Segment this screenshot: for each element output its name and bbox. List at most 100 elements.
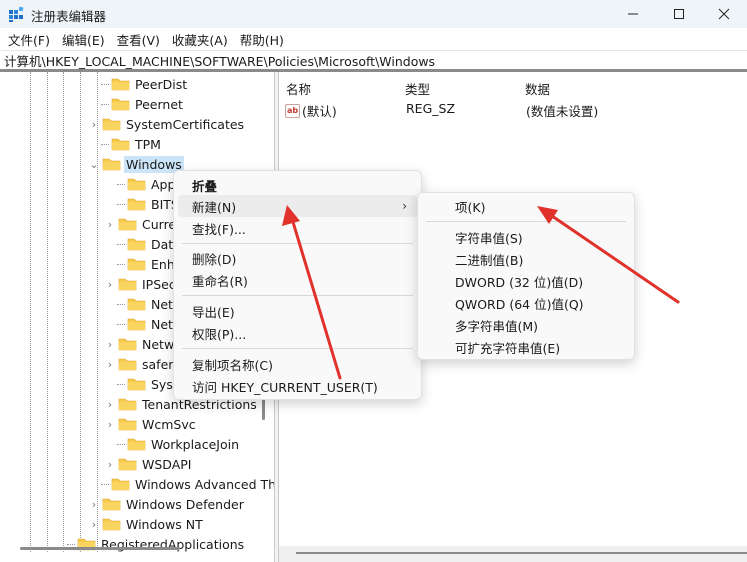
submenu-key[interactable]: 项(K): [422, 195, 630, 217]
address-bar[interactable]: 计算机\HKEY_LOCAL_MACHINE\SOFTWARE\Policies…: [0, 50, 747, 72]
chevron-down-icon[interactable]: ⌄: [88, 158, 100, 171]
menu-favorites[interactable]: 收藏夹(A): [166, 30, 234, 49]
ctx-rename-label: 重命名(R): [192, 273, 248, 289]
submenu-dword-value-label: DWORD (32 位)值(D): [455, 274, 584, 290]
folder-icon: [111, 78, 130, 91]
column-name-header[interactable]: 名称: [286, 79, 311, 98]
ctx-find[interactable]: 查找(F)...: [178, 217, 417, 239]
folder-icon: [127, 178, 146, 191]
tree-connector: [101, 143, 109, 145]
ctx-permissions-label: 权限(P)...: [192, 326, 247, 342]
regedit-app-icon: [9, 6, 24, 22]
folder-icon: [118, 338, 137, 351]
window-title: 注册表编辑器: [31, 9, 107, 24]
tree-item[interactable]: WorkplaceJoin: [113, 434, 241, 454]
values-horizontal-scrollbar[interactable]: [296, 552, 747, 554]
chevron-right-icon: ›: [402, 199, 407, 213]
chevron-right-icon[interactable]: ›: [88, 118, 100, 131]
chevron-right-icon[interactable]: ›: [104, 418, 116, 431]
submenu-qword-value[interactable]: QWORD (64 位)值(Q): [422, 292, 630, 314]
chevron-right-icon[interactable]: ›: [104, 218, 116, 231]
submenu-key-label: 项(K): [455, 199, 486, 215]
tree-item-label: Peernet: [135, 96, 183, 112]
menu-help[interactable]: 帮助(H): [234, 30, 290, 49]
close-icon: [718, 8, 730, 20]
tree-connector: [101, 103, 109, 105]
submenu-expandable-string-value-label: 可扩充字符串值(E): [455, 340, 561, 356]
submenu-string-value[interactable]: 字符串值(S): [422, 226, 630, 248]
tree-item[interactable]: › Windows Defender: [88, 494, 246, 514]
submenu-multi-string-value[interactable]: 多字符串值(M): [422, 314, 630, 336]
column-data-header[interactable]: 数据: [525, 79, 550, 98]
ctx-delete[interactable]: 删除(D): [178, 247, 417, 269]
tree-item-label: TPM: [135, 136, 161, 152]
menu-separator: [182, 243, 413, 244]
value-row[interactable]: ab (默认): [285, 101, 337, 120]
chevron-right-icon[interactable]: ›: [104, 398, 116, 411]
address-path[interactable]: 计算机\HKEY_LOCAL_MACHINE\SOFTWARE\Policies…: [4, 51, 435, 70]
menu-edit[interactable]: 编辑(E): [56, 30, 111, 49]
ctx-goto-hkcu[interactable]: 访问 HKEY_CURRENT_USER(T): [178, 375, 417, 397]
tree-item-label: PeerDist: [135, 76, 188, 92]
submenu-expandable-string-value[interactable]: 可扩充字符串值(E): [422, 336, 630, 358]
ctx-collapse[interactable]: 折叠: [178, 174, 417, 196]
close-button[interactable]: [701, 0, 747, 28]
tree-item[interactable]: › Windows NT: [88, 514, 205, 534]
menu-file[interactable]: 文件(F): [2, 30, 56, 49]
folder-icon: [102, 158, 121, 171]
tree-connector: [117, 203, 125, 205]
ctx-rename[interactable]: 重命名(R): [178, 269, 417, 291]
tree-guide-line: [47, 72, 48, 552]
tree-connector: [117, 303, 125, 305]
tree-guide-line: [63, 72, 64, 552]
tree-item[interactable]: › safer: [104, 354, 175, 374]
folder-icon: [118, 358, 137, 371]
column-type-header[interactable]: 类型: [405, 79, 430, 98]
tree-item-label: SystemCertificates: [126, 116, 245, 132]
tree-item[interactable]: BITS: [113, 194, 181, 214]
minimize-button[interactable]: [610, 0, 656, 28]
folder-icon: [127, 378, 146, 391]
chevron-right-icon[interactable]: ›: [104, 458, 116, 471]
submenu-dword-value[interactable]: DWORD (32 位)值(D): [422, 270, 630, 292]
tree-item[interactable]: › SystemCertificates: [88, 114, 246, 134]
tree-item-label: WorkplaceJoin: [151, 436, 240, 452]
tree-item[interactable]: TPM: [97, 134, 163, 154]
chevron-right-icon[interactable]: ›: [104, 358, 116, 371]
folder-icon: [118, 218, 137, 231]
ctx-new[interactable]: 新建(N) ›: [178, 195, 417, 217]
tree-item[interactable]: › WSDAPI: [104, 454, 193, 474]
ctx-export-label: 导出(E): [192, 304, 235, 320]
tree-item[interactable]: Windows Advanced Th: [97, 474, 274, 494]
chevron-right-icon[interactable]: ›: [88, 498, 100, 511]
ctx-collapse-label: 折叠: [192, 178, 218, 194]
context-menu: 折叠 新建(N) › 查找(F)... 删除(D) 重命名(R) 导出(E) 权…: [173, 170, 422, 400]
tree-horizontal-scrollbar[interactable]: [20, 547, 180, 550]
folder-icon: [102, 118, 121, 131]
tree-item[interactable]: ⌄ Windows: [88, 154, 184, 174]
new-submenu: 项(K) 字符串值(S) 二进制值(B) DWORD (32 位)值(D) QW…: [417, 192, 635, 360]
tree-item-label: Windows Defender: [126, 496, 244, 512]
tree-item[interactable]: PeerDist: [97, 74, 189, 94]
menu-view[interactable]: 查看(V): [111, 30, 166, 49]
submenu-binary-value[interactable]: 二进制值(B): [422, 248, 630, 270]
ctx-copy-key-name[interactable]: 复制项名称(C): [178, 353, 417, 375]
submenu-string-value-label: 字符串值(S): [455, 230, 523, 246]
tree-item-label: Windows NT: [126, 516, 203, 532]
tree-guide-line: [30, 72, 31, 552]
ctx-permissions[interactable]: 权限(P)...: [178, 322, 417, 344]
tree-item[interactable]: Peernet: [97, 94, 185, 114]
folder-icon: [111, 138, 130, 151]
tree-item[interactable]: RegisteredApplications: [63, 534, 246, 554]
tree-item-label: WcmSvc: [142, 416, 196, 432]
ctx-export[interactable]: 导出(E): [178, 300, 417, 322]
tree-connector: [67, 543, 75, 545]
tree-item-label: Windows Advanced Th: [135, 476, 274, 492]
chevron-right-icon[interactable]: ›: [104, 338, 116, 351]
tree-item[interactable]: › IPSec: [104, 274, 178, 294]
maximize-button[interactable]: [656, 0, 702, 28]
chevron-right-icon[interactable]: ›: [104, 278, 116, 291]
folder-icon: [118, 418, 137, 431]
tree-item[interactable]: › WcmSvc: [104, 414, 198, 434]
chevron-right-icon[interactable]: ›: [88, 518, 100, 531]
